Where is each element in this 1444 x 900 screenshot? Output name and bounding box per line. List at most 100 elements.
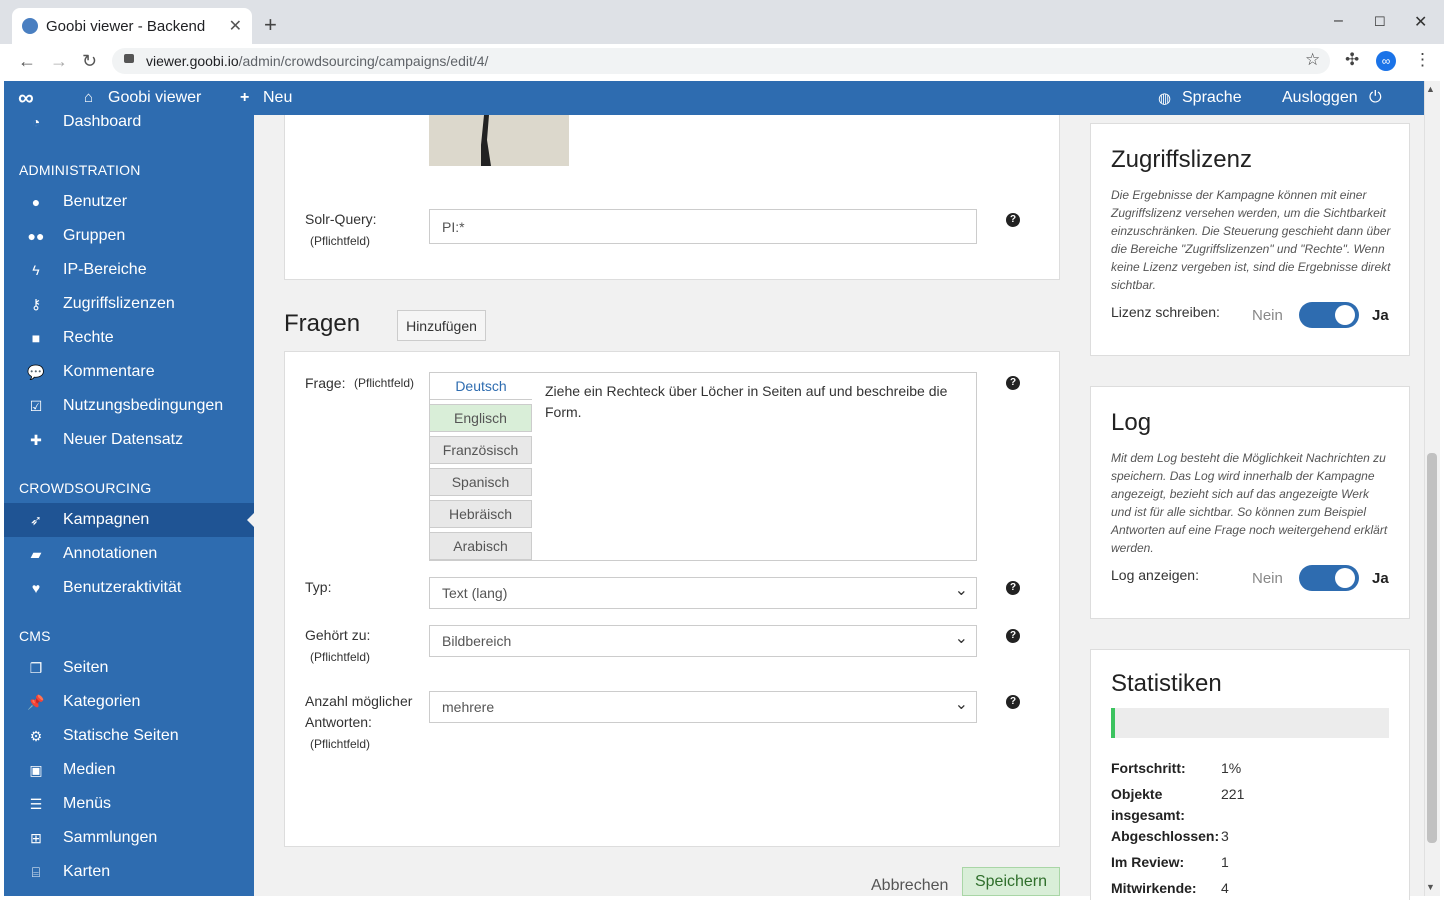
answers-label-line2: Antworten: [305, 714, 372, 730]
belongs-to-select[interactable]: Bildbereich [429, 625, 977, 657]
sidebar-item-label: Statische Seiten [63, 727, 179, 744]
sidebar-item-seiten[interactable]: ❐ Seiten [4, 651, 254, 685]
help-icon[interactable]: ? [1006, 213, 1020, 227]
sidebar-item-label: Kommentare [63, 363, 155, 380]
sidebar-item-label: Dashboard [63, 113, 142, 130]
answers-select[interactable]: mehrere [429, 691, 977, 723]
sidebar-heading-cms: CMS [19, 628, 51, 644]
sidebar-item-karten[interactable]: ⌸ Karten [4, 855, 254, 889]
sidebar-item-rechte[interactable]: ■ Rechte [4, 321, 254, 355]
reload-icon[interactable]: ↻ [82, 51, 97, 72]
thumbnail-image [429, 115, 569, 166]
type-select[interactable]: Text (lang) [429, 577, 977, 609]
scrollbar-thumb[interactable] [1427, 453, 1437, 843]
cogs-icon: ⚙ [29, 727, 43, 744]
extensions-icon[interactable]: ✣ [1345, 50, 1359, 70]
sidebar-item-benutzer[interactable]: ● Benutzer [4, 185, 254, 219]
lang-tab-franzoesisch[interactable]: Französisch [429, 436, 532, 464]
pin-icon: 📌 [27, 693, 45, 710]
sidebar-item-label: Kampagnen [63, 511, 150, 528]
plus-icon: ✚ [30, 431, 42, 448]
browser-menu-icon[interactable]: ⋮ [1414, 50, 1431, 70]
sidebar: ◔ Dashboard ADMINISTRATION ● Benutzer ●● Gr… [4, 113, 254, 896]
scroll-down-icon[interactable]: ▼ [1426, 882, 1435, 892]
statistics-title: Statistiken [1111, 670, 1222, 697]
users-icon: ●● [27, 228, 45, 244]
scroll-up-icon[interactable]: ▲ [1426, 84, 1435, 94]
sidebar-item-medien[interactable]: ▣ Medien [4, 753, 254, 787]
lang-tab-arabisch[interactable]: Arabisch [429, 532, 532, 560]
forward-icon[interactable]: → [50, 51, 68, 72]
answers-required-label: (Pflichtfeld) [310, 737, 371, 751]
license-toggle[interactable] [1299, 302, 1359, 328]
back-icon[interactable]: ← [18, 51, 36, 72]
save-button[interactable]: Speichern [962, 867, 1060, 896]
lang-tab-deutsch[interactable]: Deutsch [429, 372, 532, 400]
help-icon[interactable]: ? [1006, 581, 1020, 595]
comments-icon: 💬 [27, 363, 45, 380]
sidebar-item-ip-bereiche[interactable]: ϟ IP-Bereiche [4, 253, 254, 287]
sidebar-item-neuer-datensatz[interactable]: ✚ Neuer Datensatz [4, 423, 254, 457]
new-link[interactable]: Neu [263, 89, 292, 107]
solr-query-input[interactable]: PI:* [429, 209, 977, 244]
sidebar-item-zugriffslizenzen[interactable]: ⚷ Zugriffslizenzen [4, 287, 254, 321]
belongs-to-label: Gehört zu: [305, 627, 371, 643]
sidebar-item-gruppen[interactable]: ●● Gruppen [4, 219, 254, 253]
sidebar-item-label: Benutzer [63, 193, 128, 210]
type-label: Typ: [305, 579, 332, 595]
maximize-icon[interactable]: ☐ [1374, 14, 1386, 30]
favicon-icon [22, 18, 38, 34]
sidebar-item-label: Zugriffslizenzen [63, 295, 175, 312]
sidebar-item-kategorien[interactable]: 📌 Kategorien [4, 685, 254, 719]
checkbox-icon: ☑ [29, 397, 43, 414]
log-no-label: Nein [1252, 570, 1283, 587]
close-tab-icon[interactable]: ✕ [229, 16, 242, 36]
stat-objects-value: 221 [1221, 786, 1245, 802]
globe-icon: ◍ [1158, 90, 1172, 107]
user-icon: ● [31, 194, 41, 210]
lock-icon: ■ [31, 330, 41, 346]
log-yes-label: Ja [1372, 570, 1389, 587]
home-icon[interactable]: ⌂ [84, 89, 93, 106]
log-toggle[interactable] [1299, 565, 1359, 591]
sidebar-item-sammlungen[interactable]: ⊞ Sammlungen [4, 821, 254, 855]
profile-extension-icon[interactable]: ∞ [1376, 51, 1396, 71]
sidebar-item-annotationen[interactable]: ▰ Annotationen [4, 537, 254, 571]
sidebar-item-label: Karten [63, 863, 111, 880]
minimize-icon[interactable]: – [1334, 12, 1343, 30]
progress-bar [1111, 708, 1389, 738]
goobi-logo-icon[interactable]: ∞ [18, 85, 34, 111]
lang-tab-englisch[interactable]: Englisch [429, 404, 532, 432]
sidebar-item-kommentare[interactable]: 💬 Kommentare [4, 355, 254, 389]
questions-heading: Fragen [284, 310, 361, 337]
add-question-button[interactable]: Hinzufügen [397, 310, 486, 341]
sidebar-item-label: Gruppen [63, 227, 126, 244]
admin-topnav: ∞ ⌂ Goobi viewer + Neu ◍ Sprache Auslogg… [4, 81, 1424, 115]
tab-title: Goobi viewer - Backend [46, 17, 206, 35]
lang-tab-spanisch[interactable]: Spanisch [429, 468, 532, 496]
address-bar[interactable]: viewer.goobi.io/admin/crowdsourcing/camp… [112, 48, 1330, 74]
new-tab-icon[interactable]: + [264, 14, 277, 36]
sidebar-item-benutzeraktivitaet[interactable]: ♥ Benutzeraktivität [4, 571, 254, 605]
question-label: Frage: [305, 375, 346, 391]
bookmark-star-icon[interactable]: ☆ [1305, 50, 1320, 70]
sidebar-item-nutzungsbedingungen[interactable]: ☑ Nutzungsbedingungen [4, 389, 254, 423]
help-icon[interactable]: ? [1006, 376, 1020, 390]
logout-link[interactable]: Ausloggen [1282, 89, 1358, 107]
sidebar-item-statische-seiten[interactable]: ⚙ Statische Seiten [4, 719, 254, 753]
cancel-button[interactable]: Abbrechen [871, 877, 948, 895]
question-required-label: (Pflichtfeld) [354, 376, 415, 390]
language-link[interactable]: Sprache [1182, 89, 1242, 107]
sidebar-item-label: Annotationen [63, 545, 158, 562]
solr-required-label: (Pflichtfeld) [310, 234, 371, 248]
brand-link[interactable]: Goobi viewer [108, 89, 201, 107]
help-icon[interactable]: ? [1006, 629, 1020, 643]
sidebar-item-menues[interactable]: ☰ Menüs [4, 787, 254, 821]
lang-tab-hebraeisch[interactable]: Hebräisch [429, 500, 532, 528]
sidebar-item-kampagnen[interactable]: ➶ Kampagnen [4, 503, 254, 537]
help-icon[interactable]: ? [1006, 695, 1020, 709]
sidebar-item-label: Nutzungsbedingungen [63, 397, 224, 414]
browser-tab[interactable]: Goobi viewer - Backend ✕ [12, 8, 252, 44]
window-close-icon[interactable]: ✕ [1414, 12, 1427, 32]
bolt-icon: ϟ [32, 262, 40, 278]
